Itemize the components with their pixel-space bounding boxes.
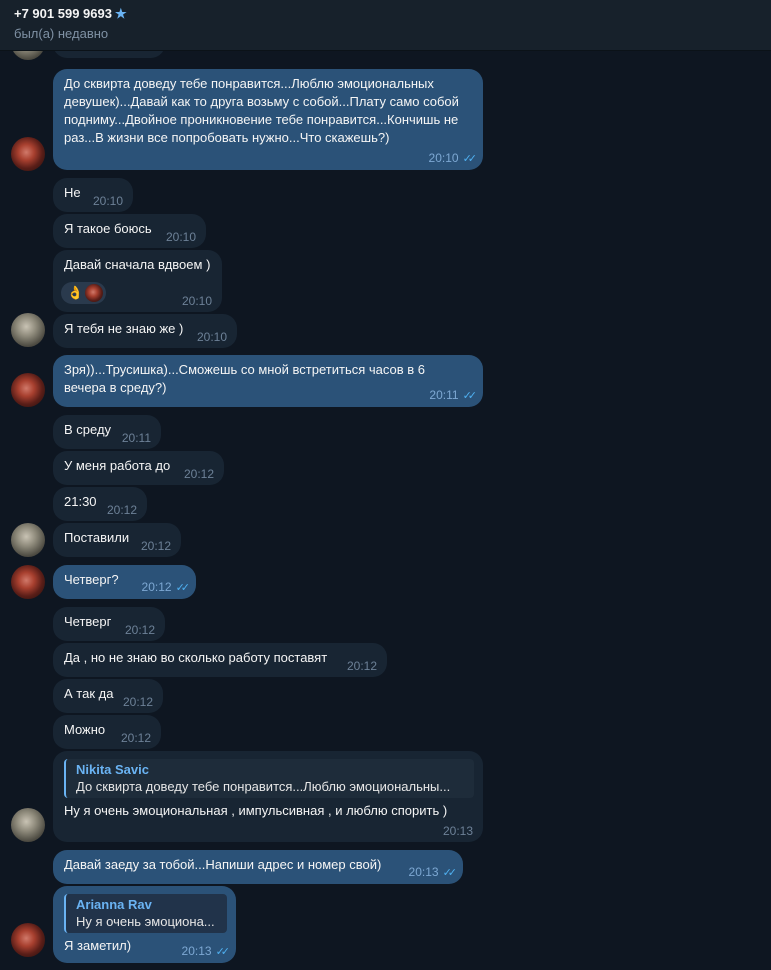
avatar[interactable] — [11, 373, 45, 407]
message-bubble[interactable]: У меня работа до 20:12 — [53, 451, 224, 485]
contact-name[interactable]: +7 901 599 9693 ★ — [14, 6, 127, 22]
avatar[interactable] — [11, 523, 45, 557]
chat-header[interactable]: +7 901 599 9693 ★ был(а) недавно — [0, 0, 771, 51]
message-meta: 20:13 ✓✓ — [181, 944, 231, 958]
message-time: 20:12 — [106, 503, 137, 517]
message-time: 20:12 — [124, 623, 155, 637]
double-check-icon: ✓✓ — [215, 946, 231, 958]
message-bubble[interactable]: Четверг? 20:12 ✓✓ — [53, 565, 196, 599]
avatar[interactable] — [11, 137, 45, 171]
message-bubble[interactable]: Поставили 20:12 — [53, 523, 181, 557]
message-time: 20:12 — [140, 539, 171, 553]
ok-hand-emoji: 👌 — [67, 285, 84, 300]
message-text: Давай заеду за тобой...Напиши адрес и но… — [64, 857, 382, 872]
reply-quote[interactable]: Arianna Rav Ну я очень эмоциона... — [64, 894, 227, 933]
reply-text: Ну я очень эмоциона... — [76, 914, 215, 929]
message-text: Ну я очень эмоциональная , импульсивная … — [64, 803, 448, 818]
reply-author: Arianna Rav — [76, 897, 152, 912]
message-time: 20:10 — [196, 330, 227, 344]
message-bubble[interactable]: Не 20:10 — [53, 178, 133, 212]
message-bubble[interactable]: 21:30 20:12 — [53, 487, 147, 521]
message-text: Зря))...Трусишка)...Сможешь со мной встр… — [64, 362, 426, 395]
message-bubble[interactable]: Четверг 20:12 — [53, 607, 165, 641]
message-bubble[interactable]: А так да 20:12 — [53, 679, 163, 713]
avatar[interactable] — [11, 565, 45, 599]
double-check-icon: ✓✓ — [462, 390, 478, 402]
reply-author: Nikita Savic — [76, 762, 149, 777]
message-time: 20:12 — [120, 731, 151, 745]
message-meta: 20:12 ✓✓ — [141, 580, 191, 594]
reaction-avatar — [85, 284, 103, 302]
message-meta: 20:13 ✓✓ — [408, 865, 458, 879]
message-bubble[interactable]: Давай заеду за тобой...Напиши адрес и но… — [53, 850, 463, 884]
message-text: Давай сначала вдвоем ) — [64, 257, 211, 272]
message-time: 20:10 — [92, 194, 123, 208]
message-bubble[interactable]: Я тебя не знаю же ) 20:10 — [53, 314, 237, 348]
message-text: Да , но не знаю во сколько работу постав… — [64, 650, 328, 665]
message-time: 20:12 — [346, 659, 377, 673]
message-meta: 20:11 ✓✓ — [429, 388, 478, 402]
contact-phone: +7 901 599 9693 — [14, 6, 112, 21]
message-time: 20:11 — [121, 431, 151, 445]
message-bubble[interactable]: Да , но не знаю во сколько работу постав… — [53, 643, 387, 677]
message-time: 20:12 — [183, 467, 214, 481]
star-icon: ★ — [114, 6, 127, 21]
contact-status: был(а) недавно — [14, 26, 109, 41]
message-bubble[interactable]: Зря))...Трусишка)...Сможешь со мной встр… — [53, 355, 483, 407]
message-bubble[interactable]: Можно 20:12 — [53, 715, 161, 749]
message-bubble[interactable]: До сквирта доведу тебе понравится...Любл… — [53, 69, 483, 170]
message-time: 20:10 — [165, 230, 196, 244]
avatar[interactable] — [11, 923, 45, 957]
avatar[interactable] — [11, 313, 45, 347]
message-bubble[interactable]: Nikita Savic До сквирта доведу тебе понр… — [53, 751, 483, 842]
avatar[interactable] — [11, 808, 45, 842]
message-time: 20:12 — [122, 695, 153, 709]
double-check-icon: ✓✓ — [462, 153, 478, 165]
message-bubble[interactable]: Давай сначала вдвоем ) 👌 20:10 — [53, 250, 222, 312]
double-check-icon: ✓✓ — [442, 867, 458, 879]
message-bubble[interactable]: Arianna Rav Ну я очень эмоциона... Я зам… — [53, 886, 236, 963]
message-time: 20:10 — [181, 294, 212, 308]
reaction-chip[interactable]: 👌 — [61, 282, 106, 304]
double-check-icon: ✓✓ — [175, 582, 191, 594]
message-text: До сквирта доведу тебе понравится...Любл… — [64, 76, 459, 145]
reply-text: До сквирта доведу тебе понравится...Любл… — [76, 779, 451, 794]
message-bubble[interactable]: В среду 20:11 — [53, 415, 161, 449]
message-meta: 20:10 ✓✓ — [428, 151, 478, 165]
message-time: 20:13 — [442, 824, 473, 838]
message-bubble[interactable]: Я такое боюсь 20:10 — [53, 214, 206, 248]
reply-quote[interactable]: Nikita Savic До сквирта доведу тебе понр… — [64, 759, 474, 798]
